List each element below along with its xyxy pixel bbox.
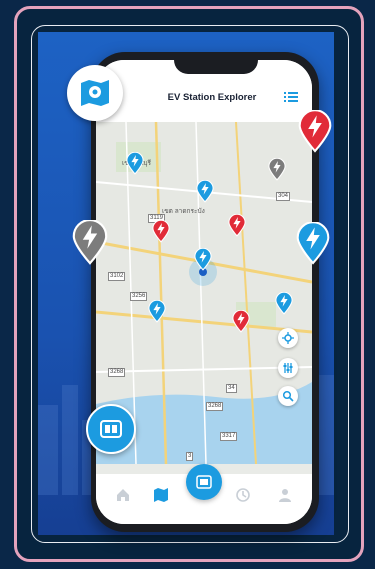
history-icon[interactable] xyxy=(232,484,254,506)
phone-notch xyxy=(174,52,258,74)
blue-station-pin-icon[interactable] xyxy=(126,151,144,175)
search-button[interactable] xyxy=(278,386,298,406)
red-station-pin-icon[interactable] xyxy=(152,219,170,243)
road-label: 3268 xyxy=(108,368,126,377)
map-icon[interactable] xyxy=(150,484,172,506)
blue-station-pin-icon[interactable] xyxy=(194,247,212,271)
road-label: 3268 xyxy=(206,402,224,411)
area-label-ladkrabang: เขต ลาดกระบัง xyxy=(162,208,205,215)
gray-station-pin-icon[interactable] xyxy=(72,218,108,265)
app-logo-icon xyxy=(67,65,123,121)
road-label: 3256 xyxy=(130,292,148,301)
road-label: 3 xyxy=(186,452,194,461)
filter-button[interactable] xyxy=(278,358,298,378)
blue-station-pin-icon[interactable] xyxy=(296,221,330,265)
locate-me-button[interactable] xyxy=(278,328,298,348)
gray-station-pin-icon[interactable] xyxy=(268,157,286,181)
red-station-pin-icon[interactable] xyxy=(298,109,332,153)
bottom-tab-bar xyxy=(96,464,312,524)
blue-station-pin-icon[interactable] xyxy=(275,291,293,315)
blue-station-pin-icon[interactable] xyxy=(196,179,214,203)
red-station-pin-icon[interactable] xyxy=(228,213,246,237)
list-menu-icon[interactable] xyxy=(284,90,298,104)
road-label: 3317 xyxy=(220,432,238,441)
road-label: 304 xyxy=(276,192,291,201)
station-icon[interactable] xyxy=(186,464,222,500)
blue-station-pin-icon[interactable] xyxy=(148,299,166,323)
profile-icon[interactable] xyxy=(274,484,296,506)
road-label: 3102 xyxy=(108,272,126,281)
home-icon[interactable] xyxy=(112,484,134,506)
road-label: 34 xyxy=(226,384,237,393)
app-title: EV Station Explorer xyxy=(167,92,257,103)
red-station-pin-icon[interactable] xyxy=(232,309,250,333)
ev-station-badge-icon xyxy=(86,404,136,454)
